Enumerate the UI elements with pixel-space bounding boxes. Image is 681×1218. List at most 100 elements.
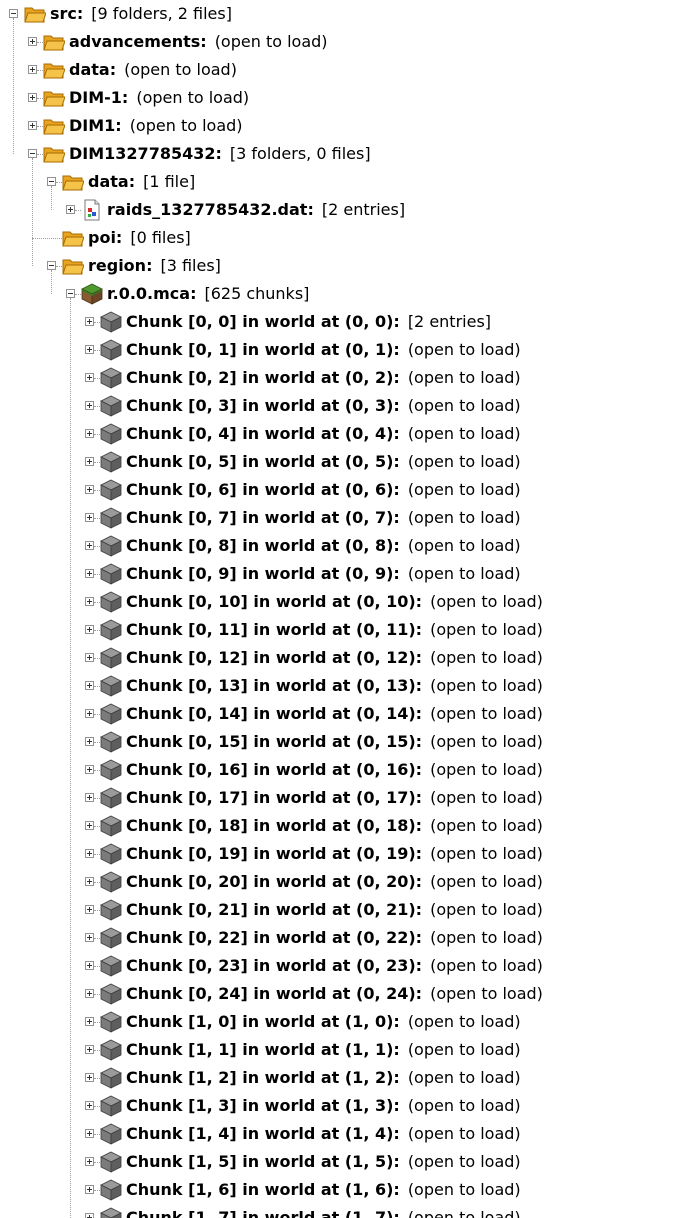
expand-toggle-icon[interactable] — [85, 625, 94, 634]
expand-toggle-icon[interactable] — [85, 1213, 94, 1218]
chunk-tree-node[interactable]: Chunk [0, 10] in world at (0, 10): (open … — [0, 588, 681, 616]
chunk-tree-node[interactable]: Chunk [0, 4] in world at (0, 4): (open to… — [0, 420, 681, 448]
nbt-tree-view[interactable]: src: [9 folders, 2 files] advancements: (op… — [0, 0, 681, 1218]
node-name: Chunk [0, 4] in world at (0, 4): — [126, 424, 400, 443]
collapse-toggle-icon[interactable] — [47, 261, 56, 270]
expand-toggle-icon[interactable] — [66, 205, 75, 214]
expand-toggle-icon[interactable] — [85, 653, 94, 662]
chunk-tree-node[interactable]: Chunk [0, 0] in world at (0, 0): [2 entri… — [0, 308, 681, 336]
folder-tree-node[interactable]: advancements: (open to load) — [0, 28, 681, 56]
chunk-tree-node[interactable]: Chunk [0, 16] in world at (0, 16): (open … — [0, 756, 681, 784]
chunk-tree-node[interactable]: Chunk [0, 2] in world at (0, 2): (open to… — [0, 364, 681, 392]
expand-toggle-icon[interactable] — [85, 709, 94, 718]
expand-toggle-icon[interactable] — [85, 345, 94, 354]
expand-toggle-icon[interactable] — [85, 933, 94, 942]
chunk-tree-node[interactable]: Chunk [1, 3] in world at (1, 3): (open to… — [0, 1092, 681, 1120]
expand-toggle-icon[interactable] — [85, 513, 94, 522]
node-name: Chunk [0, 16] in world at (0, 16): — [126, 760, 423, 779]
collapse-toggle-icon[interactable] — [9, 9, 18, 18]
expand-toggle-icon[interactable] — [85, 401, 94, 410]
chunk-tree-node[interactable]: Chunk [1, 6] in world at (1, 6): (open to… — [0, 1176, 681, 1204]
expand-toggle-icon[interactable] — [85, 569, 94, 578]
expand-toggle-icon[interactable] — [85, 457, 94, 466]
expand-toggle-icon[interactable] — [28, 121, 37, 130]
chunk-tree-node[interactable]: Chunk [0, 9] in world at (0, 9): (open to… — [0, 560, 681, 588]
chunk-tree-node[interactable]: Chunk [0, 22] in world at (0, 22): (open … — [0, 924, 681, 952]
chunk-tree-node[interactable]: Chunk [1, 5] in world at (1, 5): (open to… — [0, 1148, 681, 1176]
expand-toggle-icon[interactable] — [85, 821, 94, 830]
chunk-tree-node[interactable]: Chunk [0, 20] in world at (0, 20): (open … — [0, 868, 681, 896]
chunk-tree-node[interactable]: Chunk [1, 1] in world at (1, 1): (open to… — [0, 1036, 681, 1064]
node-name: Chunk [1, 7] in world at (1, 7): — [126, 1208, 400, 1218]
folder-tree-node[interactable]: region: [3 files] — [0, 252, 681, 280]
folder-tree-node[interactable]: data: (open to load) — [0, 56, 681, 84]
expand-toggle-icon[interactable] — [85, 373, 94, 382]
folder-tree-node[interactable]: poi: [0 files] — [0, 224, 681, 252]
chunk-icon — [100, 927, 122, 949]
expand-toggle-icon[interactable] — [85, 1017, 94, 1026]
node-name: Chunk [0, 3] in world at (0, 3): — [126, 396, 400, 415]
folder-tree-node[interactable]: data: [1 file] — [0, 168, 681, 196]
node-info: [9 folders, 2 files] — [91, 4, 232, 23]
expand-toggle-icon[interactable] — [85, 681, 94, 690]
chunk-tree-node[interactable]: Chunk [0, 5] in world at (0, 5): (open to… — [0, 448, 681, 476]
node-info: (open to load) — [430, 788, 543, 807]
node-info: (open to load) — [430, 984, 543, 1003]
chunk-tree-node[interactable]: Chunk [1, 7] in world at (1, 7): (open to… — [0, 1204, 681, 1218]
chunk-tree-node[interactable]: Chunk [0, 21] in world at (0, 21): (open … — [0, 896, 681, 924]
collapse-toggle-icon[interactable] — [47, 177, 56, 186]
node-name: Chunk [0, 1] in world at (0, 1): — [126, 340, 400, 359]
expand-toggle-icon[interactable] — [85, 765, 94, 774]
expand-toggle-icon[interactable] — [85, 541, 94, 550]
chunk-tree-node[interactable]: Chunk [0, 14] in world at (0, 14): (open … — [0, 700, 681, 728]
expand-toggle-icon[interactable] — [85, 597, 94, 606]
expand-toggle-icon[interactable] — [85, 1101, 94, 1110]
expand-toggle-icon[interactable] — [85, 317, 94, 326]
chunk-tree-node[interactable]: Chunk [0, 23] in world at (0, 23): (open … — [0, 952, 681, 980]
folder-tree-node[interactable]: DIM-1: (open to load) — [0, 84, 681, 112]
chunk-tree-node[interactable]: Chunk [0, 1] in world at (0, 1): (open to… — [0, 336, 681, 364]
folder-tree-node[interactable]: DIM1: (open to load) — [0, 112, 681, 140]
expand-toggle-icon[interactable] — [85, 877, 94, 886]
expand-toggle-icon[interactable] — [85, 1157, 94, 1166]
chunk-tree-node[interactable]: Chunk [1, 2] in world at (1, 2): (open to… — [0, 1064, 681, 1092]
expand-toggle-icon[interactable] — [28, 65, 37, 74]
expand-toggle-icon[interactable] — [85, 793, 94, 802]
node-info: [625 chunks] — [204, 284, 310, 303]
expand-toggle-icon[interactable] — [85, 989, 94, 998]
chunk-tree-node[interactable]: Chunk [1, 4] in world at (1, 4): (open to… — [0, 1120, 681, 1148]
expand-toggle-icon[interactable] — [85, 849, 94, 858]
chunk-tree-node[interactable]: Chunk [0, 17] in world at (0, 17): (open … — [0, 784, 681, 812]
expand-toggle-icon[interactable] — [28, 37, 37, 46]
chunk-tree-node[interactable]: Chunk [0, 12] in world at (0, 12): (open … — [0, 644, 681, 672]
folder-tree-node[interactable]: DIM1327785432: [3 folders, 0 files] — [0, 140, 681, 168]
expand-toggle-icon[interactable] — [85, 905, 94, 914]
expand-toggle-icon[interactable] — [28, 93, 37, 102]
expand-toggle-icon[interactable] — [85, 737, 94, 746]
chunk-tree-node[interactable]: Chunk [1, 0] in world at (1, 0): (open to… — [0, 1008, 681, 1036]
expand-toggle-icon[interactable] — [85, 961, 94, 970]
chunk-tree-node[interactable]: Chunk [0, 8] in world at (0, 8): (open to… — [0, 532, 681, 560]
chunk-tree-node[interactable]: Chunk [0, 6] in world at (0, 6): (open to… — [0, 476, 681, 504]
chunk-tree-node[interactable]: Chunk [0, 15] in world at (0, 15): (open … — [0, 728, 681, 756]
expand-toggle-icon[interactable] — [85, 1185, 94, 1194]
expand-toggle-icon[interactable] — [85, 485, 94, 494]
chunk-tree-node[interactable]: Chunk [0, 11] in world at (0, 11): (open … — [0, 616, 681, 644]
chunk-tree-node[interactable]: Chunk [0, 3] in world at (0, 3): (open to… — [0, 392, 681, 420]
collapse-toggle-icon[interactable] — [28, 149, 37, 158]
expand-toggle-icon[interactable] — [85, 1129, 94, 1138]
folder-tree-node[interactable]: src: [9 folders, 2 files] — [0, 0, 681, 28]
expand-toggle-icon[interactable] — [85, 1045, 94, 1054]
expand-toggle-icon[interactable] — [85, 429, 94, 438]
chunk-tree-node[interactable]: Chunk [0, 24] in world at (0, 24): (open … — [0, 980, 681, 1008]
chunk-tree-node[interactable]: Chunk [0, 18] in world at (0, 18): (open … — [0, 812, 681, 840]
region-tree-node[interactable]: r.0.0.mca: [625 chunks] — [0, 280, 681, 308]
chunk-tree-node[interactable]: Chunk [0, 19] in world at (0, 19): (open … — [0, 840, 681, 868]
dat-tree-node[interactable]: raids_1327785432.dat: [2 entries] — [0, 196, 681, 224]
expand-toggle-icon[interactable] — [85, 1073, 94, 1082]
node-name: data: — [69, 60, 117, 79]
collapse-toggle-icon[interactable] — [66, 289, 75, 298]
chunk-tree-node[interactable]: Chunk [0, 7] in world at (0, 7): (open to… — [0, 504, 681, 532]
node-info: (open to load) — [407, 1012, 521, 1031]
chunk-tree-node[interactable]: Chunk [0, 13] in world at (0, 13): (open … — [0, 672, 681, 700]
